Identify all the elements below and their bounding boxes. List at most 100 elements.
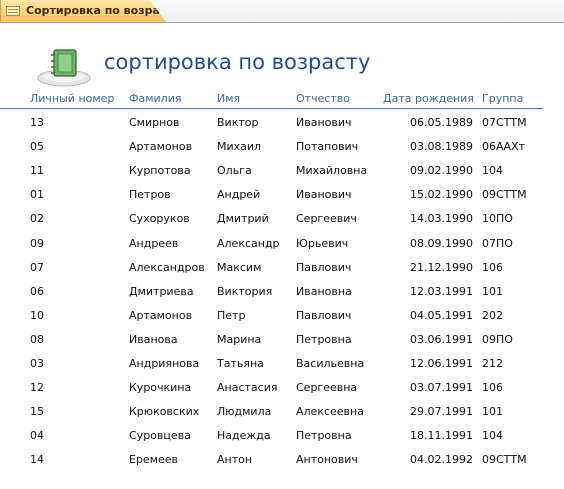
report-icon [6,6,20,16]
notebook-icon [37,49,91,87]
cell-surname: Иванова [129,332,178,346]
cell-birthdate: 06.05.1989 [410,116,473,129]
cell-patronymic: Алексеевна [296,405,364,419]
table-row[interactable]: 03 Андриянова Татьяна Васильевна 12.06.1991 2… [0,355,564,373]
cell-group: 101 [482,405,503,419]
cell-name: Максим [217,260,262,274]
cell-surname: Александров [129,260,205,274]
table-row[interactable]: 10 Артамонов Петр Павлович 04.05.1991 202 [0,307,564,325]
tab-label: Сортировка по возрасту [26,4,180,17]
cell-patronymic: Михайловна [296,164,368,178]
cell-patronymic: Петровна [296,429,352,443]
cell-name: Петр [217,308,246,322]
column-header-patronymic: Отчество [296,92,351,105]
cell-group: 104 [482,429,503,443]
table-row[interactable]: 11 Курпотова Ольга Михайловна 09.02.1990 104 [0,162,564,180]
cell-name: Михаил [217,140,262,154]
table-row[interactable]: 02 Сухоруков Дмитрий Сергеевич 14.03.1990 10П… [0,210,564,228]
column-header-id: Личный номер [30,92,115,105]
cell-name: Марина [217,332,262,346]
cell-group: 07СТТМ [482,116,527,129]
cell-name: Надежда [217,429,271,443]
cell-surname: Артамонов [129,140,193,154]
cell-name: Анастасия [217,381,278,395]
cell-birthdate: 04.05.1991 [410,308,473,322]
cell-patronymic: Ивановна [296,284,352,298]
cell-name: Виктор [217,116,259,129]
cell-name: Александр [217,236,280,250]
table-row[interactable]: 13 Смирнов Виктор Иванович 06.05.1989 07СТТМ [0,114,564,132]
cell-name: Андрей [217,188,261,202]
table-row[interactable]: 12 Курочкина Анастасия Сергеевна 03.07.1991 1… [0,379,564,397]
table-row[interactable]: 14 Еремеев Антон Антонович 04.02.1992 09СТТМ [0,451,564,469]
cell-group: 106 [482,381,503,395]
table-row[interactable]: 09 Андреев Александр Юрьевич 08.09.1990 07ПО [0,235,564,253]
cell-id: 02 [30,212,44,226]
cell-birthdate: 15.02.1990 [410,188,473,202]
table-row[interactable]: 01 Петров Андрей Иванович 15.02.1990 09СТТМ [0,186,564,204]
cell-surname: Крюковских [129,405,200,419]
cell-patronymic: Потапович [296,140,359,154]
cell-id: 04 [30,429,44,443]
table-row[interactable]: 15 Крюковских Людмила Алексеевна 29.07.1991 1… [0,403,564,421]
table-row[interactable]: 07 Александров Максим Павлович 21.12.1990 106 [0,259,564,277]
cell-id: 03 [30,357,44,370]
table-row[interactable]: 06 Дмитриева Виктория Ивановна 12.03.1991 101 [0,283,564,301]
cell-surname: Курочкина [129,381,192,395]
cell-surname: Суровцева [129,429,191,443]
cell-surname: Артамонов [129,308,193,322]
cell-name: Дмитрий [217,212,269,226]
cell-group: 09СТТМ [482,188,527,202]
cell-id: 13 [30,116,44,129]
cell-patronymic: Сергеевич [296,212,357,226]
table-row[interactable]: 04 Суровцева Надежда Петровна 18.11.1991 104 [0,427,564,445]
table-row[interactable]: 05 Артамонов Михаил Потапович 03.08.1989 06АА… [0,138,564,156]
cell-group: 10ПО [482,212,513,226]
table-row[interactable]: 08 Иванова Марина Петровна 03.06.1991 09ПО [0,331,564,349]
cell-id: 06 [30,284,44,298]
cell-birthdate: 14.03.1990 [410,212,473,226]
cell-surname: Смирнов [129,116,180,129]
cell-surname: Петров [129,188,171,202]
cell-name: Людмила [217,405,272,419]
cell-id: 07 [30,260,44,274]
cell-id: 12 [30,381,44,395]
cell-patronymic: Петровна [296,332,352,346]
cell-surname: Сухоруков [129,212,190,226]
cell-group: 07ПО [482,236,513,250]
cell-id: 01 [30,188,44,202]
cell-birthdate: 12.03.1991 [410,284,473,298]
cell-birthdate: 29.07.1991 [410,405,473,419]
cell-surname: Дмитриева [129,284,194,298]
cell-group: 09ПО [482,332,513,346]
column-header-group: Группа [482,92,524,105]
cell-group: 101 [482,284,503,298]
cell-group: 202 [482,308,503,322]
report-title: сортировка по возрасту [104,50,371,74]
cell-group: 06ААХт [482,140,525,154]
cell-birthdate: 04.02.1992 [410,453,473,467]
cell-name: Татьяна [217,357,264,370]
cell-group: 104 [482,164,503,178]
cell-patronymic: Антонович [296,453,358,467]
cell-patronymic: Иванович [296,188,352,202]
cell-birthdate: 09.02.1990 [410,164,473,178]
cell-id: 10 [30,308,44,322]
cell-name: Виктория [217,284,273,298]
table-header: Личный номер Фамилия Имя Отчество Дата р… [0,90,543,109]
cell-birthdate: 21.12.1990 [410,260,473,274]
cell-name: Антон [217,453,253,467]
cell-birthdate: 08.09.1990 [410,236,473,250]
cell-surname: Андреев [129,236,179,250]
cell-id: 05 [30,140,44,154]
cell-surname: Курпотова [129,164,191,178]
cell-id: 11 [30,164,44,178]
cell-id: 08 [30,332,44,346]
cell-id: 15 [30,405,44,419]
cell-birthdate: 18.11.1991 [410,429,473,443]
tab-sort-by-age[interactable]: Сортировка по возрасту [0,0,166,22]
cell-group: 09СТТМ [482,453,527,467]
column-header-surname: Фамилия [129,92,182,105]
cell-surname: Еремеев [129,453,179,467]
cell-patronymic: Павлович [296,308,352,322]
